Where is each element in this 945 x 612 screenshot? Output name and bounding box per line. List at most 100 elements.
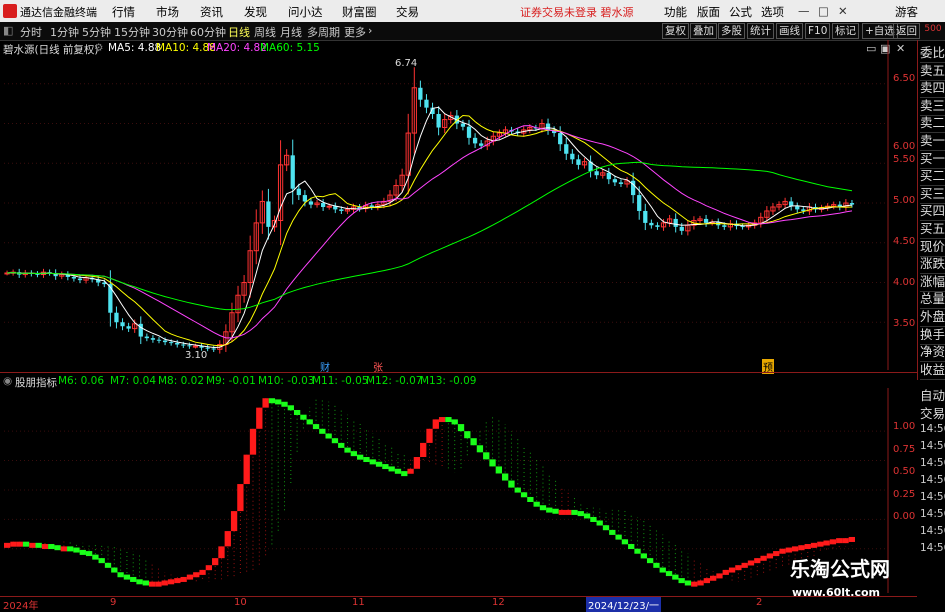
menu-formula[interactable]: 公式 — [729, 4, 752, 20]
tick-time: 14:56 — [920, 474, 945, 486]
user-guest[interactable]: 游客 — [895, 4, 918, 20]
candle-body — [606, 172, 611, 180]
candle-body — [564, 144, 569, 154]
candle-body — [162, 340, 168, 343]
tf-monthly[interactable]: 月线 — [280, 24, 302, 40]
tf-60min[interactable]: 60分钟 — [190, 24, 226, 40]
tf-daily[interactable]: 日线 — [228, 24, 250, 40]
login-notice[interactable]: 证券交易未登录 碧水源 — [520, 4, 634, 20]
menu-quotes[interactable]: 行情 — [112, 4, 135, 20]
indicator-bar — [212, 558, 219, 566]
watermark-title: 乐淘公式网 — [790, 557, 890, 581]
indicator-bar — [678, 578, 685, 584]
tf-5min[interactable]: 5分钟 — [82, 24, 111, 40]
candle-body — [418, 87, 423, 100]
tick-time: 14:56 — [920, 542, 945, 554]
indicator-bar — [281, 401, 288, 407]
title-bar: 通达信金融终端 行情 市场 资讯 发现 问小达 财富圈 交易 证券交易未登录 碧… — [0, 0, 945, 22]
collapse-icon[interactable]: ◧ — [3, 24, 13, 37]
menu-layout[interactable]: 版面 — [697, 4, 720, 20]
candle-body — [472, 137, 478, 144]
tick-time: 14:56 — [920, 525, 945, 537]
indicator-bar — [275, 399, 282, 405]
draw-line-button[interactable]: 画线 — [776, 23, 803, 39]
candle-body — [187, 345, 192, 347]
chevron-right-icon[interactable]: › — [368, 24, 372, 37]
candle-body — [156, 339, 162, 341]
indicator-m8: M8: 0.02 — [158, 375, 204, 387]
candle-body — [679, 226, 684, 231]
candle-body — [144, 336, 149, 339]
trade-label[interactable]: 交易 — [920, 403, 945, 422]
menu-options[interactable]: 选项 — [761, 4, 784, 20]
candle-body — [466, 126, 472, 138]
indicator-bar — [22, 541, 30, 547]
indicator-bar — [697, 580, 704, 586]
indicator-bar — [646, 558, 654, 564]
indicator-bar — [193, 572, 200, 578]
indicator-bar — [350, 451, 358, 457]
candle-body — [618, 182, 624, 184]
tf-intraday[interactable]: 分时 — [20, 24, 42, 40]
high-price-annotation: 6.74 — [395, 58, 418, 69]
quote-field-9: 买四 — [920, 202, 945, 222]
close-window-icon[interactable]: ✕ — [838, 4, 848, 18]
indicator-bar — [596, 520, 603, 526]
tf-more[interactable]: 更多 — [344, 24, 366, 40]
indicator-bar — [218, 546, 225, 559]
candle-body — [308, 201, 314, 205]
candle-body — [77, 278, 83, 281]
candle-body — [795, 206, 800, 210]
quote-field-14: 总量 — [920, 290, 945, 310]
candle-body — [114, 312, 119, 323]
f10-button[interactable]: F10 — [805, 23, 831, 39]
indicator-m6: M6: 0.06 — [58, 375, 104, 387]
maximize-icon[interactable]: □ — [818, 4, 829, 18]
indicator-bar — [331, 438, 339, 444]
indicator-bar — [111, 567, 118, 573]
indicator-toggle-icon[interactable]: ◉ — [3, 375, 12, 387]
mark-button[interactable]: 标记 — [832, 23, 859, 39]
indicator-bar — [659, 567, 666, 573]
tf-30min[interactable]: 30分钟 — [152, 24, 188, 40]
tf-weekly[interactable]: 周线 — [254, 24, 276, 40]
main-y-tick: 4.50 — [893, 236, 916, 247]
menu-function[interactable]: 功能 — [664, 4, 687, 20]
indicator-bar — [546, 507, 553, 513]
tf-1min[interactable]: 1分钟 — [50, 24, 79, 40]
auto-label[interactable]: 自动 — [920, 385, 945, 404]
indicator-bar — [338, 442, 345, 448]
indicator-bar — [791, 546, 799, 552]
indicator-bar — [155, 581, 162, 587]
minimize-icon[interactable]: — — [798, 4, 810, 18]
menu-discover[interactable]: 发现 — [244, 4, 267, 20]
tf-multi-period[interactable]: 多周期 — [307, 24, 340, 40]
indicator-bar — [136, 579, 143, 585]
stats-button[interactable]: 统计 — [747, 23, 774, 39]
candlestick-chart[interactable] — [0, 40, 890, 370]
indicator-bar — [85, 551, 93, 557]
overlay-button[interactable]: 叠加 — [690, 23, 717, 39]
app-logo-icon — [3, 4, 17, 18]
indicator-bar — [54, 545, 61, 551]
candle-body — [108, 284, 113, 313]
indicator-bar — [426, 428, 433, 443]
indicator-bar — [583, 513, 591, 519]
indicator-bar — [476, 445, 484, 453]
menu-market[interactable]: 市场 — [156, 4, 179, 20]
multi-stock-button[interactable]: 多股 — [718, 23, 745, 39]
indicator-bar — [514, 487, 521, 493]
indicator-bar — [67, 546, 74, 552]
menu-wealth-circle[interactable]: 财富圈 — [342, 4, 377, 20]
pane-close-icon[interactable]: ✕ — [896, 42, 905, 55]
menu-news[interactable]: 资讯 — [200, 4, 223, 20]
indicator-bar — [98, 558, 105, 564]
indicator-bar — [483, 452, 490, 460]
tf-15min[interactable]: 15分钟 — [114, 24, 150, 40]
indicator-bar — [161, 580, 168, 586]
indicator-chart[interactable] — [0, 388, 890, 593]
adjust-button[interactable]: 复权 — [662, 23, 689, 39]
back-button[interactable]: 返回 — [893, 23, 920, 39]
menu-trade[interactable]: 交易 — [396, 4, 419, 20]
menu-ask-xiaoda[interactable]: 问小达 — [288, 4, 323, 20]
